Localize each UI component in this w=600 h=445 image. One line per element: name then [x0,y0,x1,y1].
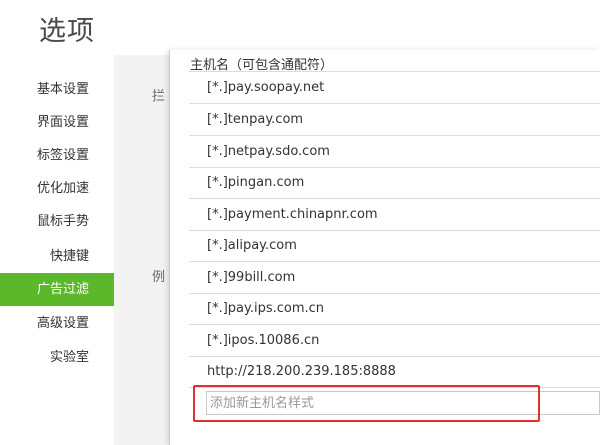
sidebar-item-mouse-gestures[interactable]: 鼠标手势 [0,205,114,238]
background-label-example: 例 [152,270,166,285]
host-row[interactable]: [*.]pay.ips.com.cn [189,293,600,325]
options-window: 选项 基本设置 界面设置 标签设置 优化加速 鼠标手势 快捷键 广告过滤 高级设… [0,0,600,445]
host-row[interactable]: [*.]99bill.com [189,262,600,294]
sidebar-item-tabs[interactable]: 标签设置 [0,139,114,172]
host-row[interactable]: [*.]alipay.com [189,230,600,262]
host-row[interactable]: [*.]ipos.10086.cn [189,325,600,357]
host-row[interactable]: http://218.200.239.185:8888 [189,356,600,388]
host-row[interactable]: [*.]pay.soopay.net [189,72,600,104]
window-title: 选项 [39,16,95,47]
sidebar-item-optimize[interactable]: 优化加速 [0,172,114,205]
host-row[interactable]: [*.]netpay.sdo.com [189,136,600,168]
sidebar-item-basic[interactable]: 基本设置 [0,73,114,106]
sidebar-item-ad-filter[interactable]: 广告过滤 [0,273,114,306]
sidebar-item-interface[interactable]: 界面设置 [0,106,114,139]
add-host-input[interactable] [206,391,600,415]
host-row[interactable]: [*.]payment.chinapnr.com [189,199,600,231]
host-row[interactable]: [*.]pingan.com [189,167,600,199]
host-row[interactable]: [*.]tenpay.com [189,104,600,136]
sidebar-item-shortcuts[interactable]: 快捷键 [0,240,114,273]
background-label-block: 拦 [152,89,166,104]
sidebar: 基本设置 界面设置 标签设置 优化加速 鼠标手势 快捷键 广告过滤 高级设置 实… [0,55,114,445]
host-list: [*.]pay.soopay.net [*.]tenpay.com [*.]ne… [189,71,600,388]
sidebar-item-lab[interactable]: 实验室 [0,341,114,374]
sidebar-item-advanced[interactable]: 高级设置 [0,307,114,340]
